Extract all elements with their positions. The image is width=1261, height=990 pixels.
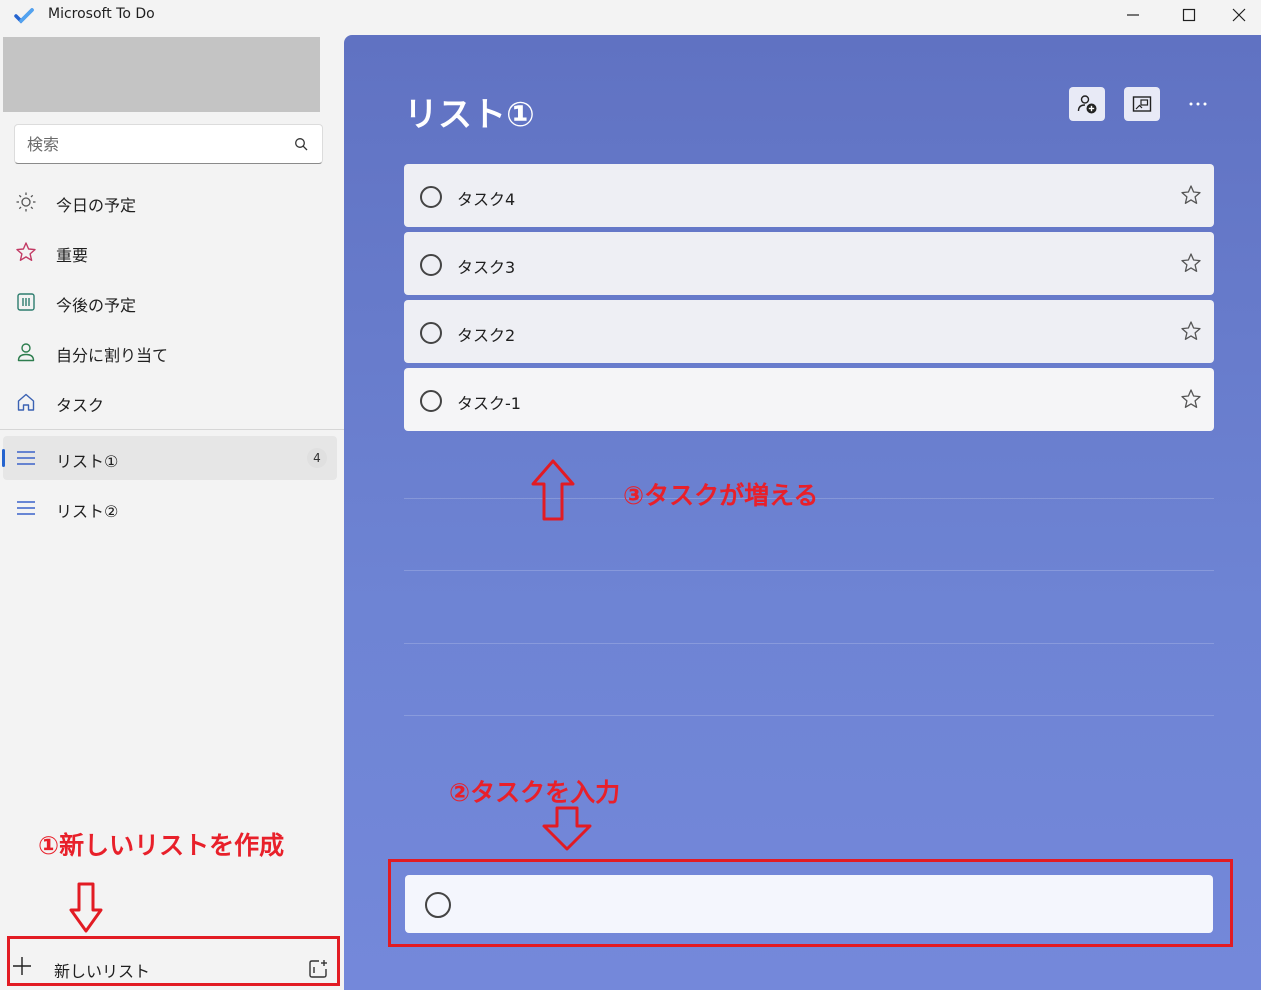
minimize-icon xyxy=(1127,14,1139,16)
complete-task-checkbox[interactable] xyxy=(420,390,442,412)
nav-item-label: 自分に割り当て xyxy=(56,346,169,365)
page-title[interactable]: リスト① xyxy=(404,87,535,136)
list-label: リスト① xyxy=(56,452,119,471)
annotation-step3: ③タスクが増える xyxy=(623,481,819,510)
nav-item-assigned[interactable]: 自分に割り当て xyxy=(3,330,337,374)
maximize-button[interactable] xyxy=(1161,0,1217,30)
star-icon[interactable] xyxy=(1180,252,1202,274)
nav-item-important[interactable]: 重要 xyxy=(3,230,337,274)
search-icon[interactable] xyxy=(294,137,308,151)
star-icon[interactable] xyxy=(1180,320,1202,342)
title-bar: Microsoft To Do xyxy=(0,0,1261,32)
complete-task-checkbox[interactable] xyxy=(420,186,442,208)
arrow-down-icon xyxy=(542,806,592,851)
nav-item-tasks[interactable]: タスク xyxy=(3,380,337,424)
account-profile[interactable] xyxy=(3,37,320,112)
nav-item-label: 重要 xyxy=(56,246,89,265)
task-item[interactable]: タスク4 xyxy=(404,164,1214,227)
list-lines-icon xyxy=(17,501,35,515)
star-icon xyxy=(16,242,36,261)
person-icon xyxy=(17,343,35,362)
nav-item-label: 今日の予定 xyxy=(56,196,137,215)
app-title: Microsoft To Do xyxy=(48,6,155,22)
task-title: タスク3 xyxy=(457,258,516,277)
calendar-grid-icon xyxy=(17,293,35,311)
complete-task-checkbox[interactable] xyxy=(420,322,442,344)
annotation-step2: ②タスクを入力 xyxy=(449,778,621,807)
active-indicator xyxy=(2,449,5,467)
annotation-box-add-task xyxy=(388,859,1233,947)
sidebar-list-1[interactable]: リスト① 4 xyxy=(2,436,337,480)
arrow-up-icon xyxy=(531,459,575,521)
more-options-button[interactable] xyxy=(1180,87,1216,121)
share-list-button[interactable] xyxy=(1069,87,1105,121)
sidebar-list-2[interactable]: リスト② xyxy=(3,486,337,530)
task-title: タスク-1 xyxy=(457,394,521,413)
list-task-count: 4 xyxy=(307,448,327,468)
task-title: タスク2 xyxy=(457,326,516,345)
empty-row-line xyxy=(404,570,1214,571)
star-icon[interactable] xyxy=(1180,184,1202,206)
nav-item-my-day[interactable]: 今日の予定 xyxy=(3,180,337,224)
task-item[interactable]: タスク-1 xyxy=(404,368,1214,431)
more-dots-icon xyxy=(1189,102,1207,106)
sidebar-divider xyxy=(0,429,344,430)
maximize-icon xyxy=(1182,8,1196,22)
task-item[interactable]: タスク3 xyxy=(404,232,1214,295)
picture-icon xyxy=(1132,96,1152,112)
todo-logo-icon xyxy=(14,8,34,24)
search-input[interactable] xyxy=(27,133,277,155)
main-panel: リスト① タスク4 タスク3 タスク2 タスク-1 xyxy=(344,35,1261,990)
complete-task-checkbox[interactable] xyxy=(420,254,442,276)
annotation-box-new-list xyxy=(7,936,340,986)
list-label: リスト② xyxy=(56,502,119,521)
add-person-icon xyxy=(1077,95,1097,114)
sun-icon xyxy=(16,192,36,212)
task-item[interactable]: タスク2 xyxy=(404,300,1214,363)
empty-row-line xyxy=(404,643,1214,644)
annotation-step1: ①新しいリストを作成 xyxy=(38,831,285,860)
close-button[interactable] xyxy=(1217,0,1261,30)
nav-item-label: 今後の予定 xyxy=(56,296,137,315)
task-title: タスク4 xyxy=(457,190,516,209)
star-icon[interactable] xyxy=(1180,388,1202,410)
arrow-down-icon xyxy=(69,882,103,933)
minimize-button[interactable] xyxy=(1105,0,1161,30)
list-lines-icon xyxy=(17,451,35,465)
search-box[interactable] xyxy=(14,124,323,164)
nav-item-planned[interactable]: 今後の予定 xyxy=(3,280,337,324)
nav-item-label: タスク xyxy=(56,396,105,415)
change-theme-button[interactable] xyxy=(1124,87,1160,121)
close-icon xyxy=(1232,8,1246,22)
home-icon xyxy=(17,393,35,411)
empty-row-line xyxy=(404,715,1214,716)
